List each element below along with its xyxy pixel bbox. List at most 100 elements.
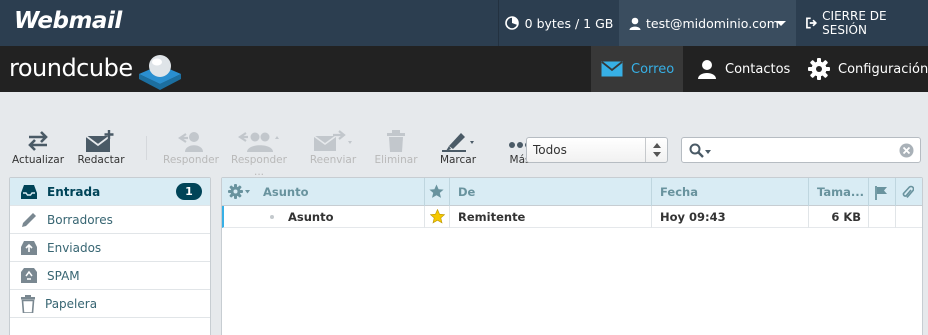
top-bar: Webmail 0 bytes / 1 GB test@midominio.co… (0, 0, 928, 46)
message-from: Remitente (458, 210, 526, 224)
trash-icon (387, 130, 405, 152)
roundcube-logo-icon (139, 55, 181, 90)
logout-icon (806, 17, 818, 29)
reset-search-icon[interactable] (899, 143, 914, 158)
row-divider (895, 206, 896, 228)
inbox-icon (21, 184, 37, 199)
reply-all-button[interactable]: Responder ... (226, 130, 292, 178)
unread-count-badge: 1 (176, 183, 202, 200)
column-flag-star[interactable] (429, 184, 444, 203)
unread-dot-icon (270, 215, 274, 219)
row-divider (651, 206, 652, 228)
column-divider (895, 178, 896, 206)
search-options-icon[interactable] (689, 143, 713, 159)
column-flag[interactable] (875, 185, 888, 204)
tab-settings-label: Configuración (838, 61, 928, 77)
column-size[interactable]: Tama... (809, 178, 864, 206)
folder-label: Enviados (47, 240, 102, 255)
marker-pen-icon (442, 133, 474, 152)
row-divider (449, 206, 450, 228)
column-from[interactable]: De (450, 178, 475, 206)
logout-button[interactable]: CIERRE DE SESIÓN (796, 0, 928, 46)
select-arrows-icon (645, 138, 667, 162)
list-options-menu[interactable] (228, 184, 252, 204)
mail-toolbar: Actualizar Redactar Responder Responder … (0, 92, 928, 178)
quota-text: 0 bytes / 1 GB (524, 15, 614, 31)
tab-contacts[interactable]: Contactos (694, 46, 790, 92)
person-icon (698, 60, 716, 79)
forward-button[interactable]: Reenviar (300, 130, 366, 166)
compose-label: Redactar (77, 154, 125, 166)
flag-icon (875, 186, 887, 200)
trash-icon (21, 294, 35, 313)
forward-icon (313, 130, 352, 151)
tab-settings[interactable]: Configuración (808, 46, 928, 92)
folder-drafts[interactable]: Borradores (10, 206, 210, 234)
column-date[interactable]: Fecha (652, 178, 698, 206)
column-subject[interactable]: Asunto (255, 178, 309, 206)
reply-all-label: Responder ... (231, 154, 287, 178)
forward-label: Reenviar (309, 154, 357, 166)
filter-selected-value: Todos (533, 143, 567, 157)
message-date: Hoy 09:43 (660, 210, 726, 224)
folder-label: Papelera (45, 296, 98, 311)
tab-contacts-label: Contactos (725, 61, 791, 77)
roundcube-logo-text: roundcube (9, 54, 133, 82)
chevron-down-icon (776, 21, 786, 26)
reply-icon (178, 132, 203, 152)
mark-button[interactable]: Marcar (425, 130, 491, 166)
reply-label: Responder (163, 154, 219, 166)
row-divider (868, 206, 869, 228)
gear-icon (228, 184, 250, 199)
folder-label: SPAM (47, 268, 80, 283)
app-nav-bar: roundcube Correo Contactos Configuración (0, 46, 928, 92)
filter-select[interactable]: Todos (526, 137, 668, 163)
row-divider (424, 206, 425, 228)
refresh-label: Actualizar (11, 154, 65, 166)
folder-spam[interactable]: SPAM (10, 262, 210, 290)
paperclip-icon (902, 185, 915, 199)
webmail-brand: Webmail (14, 8, 122, 34)
table-row[interactable]: Asunto Remitente Hoy 09:43 6 KB (222, 206, 922, 228)
user-icon (629, 17, 641, 30)
folder-inbox[interactable]: Entrada 1 (10, 178, 210, 206)
message-subject: Asunto (288, 210, 334, 224)
column-divider (868, 178, 869, 206)
search-input[interactable] (681, 137, 921, 163)
message-list: Asunto De Fecha Tama... Asunto Remitente… (221, 177, 923, 335)
reply-button[interactable]: Responder (158, 130, 224, 166)
delete-label: Eliminar (374, 154, 418, 166)
folder-sent[interactable]: Enviados (10, 234, 210, 262)
column-divider (424, 178, 425, 206)
logout-label: CIERRE DE SESIÓN (822, 9, 887, 37)
sent-icon (21, 240, 37, 255)
compose-button[interactable]: Redactar (68, 130, 134, 166)
compose-icon (85, 130, 114, 152)
message-list-header: Asunto De Fecha Tama... (222, 178, 922, 206)
envelope-icon (601, 61, 623, 77)
folder-list: Entrada 1 Borradores Enviados SPAM Papel… (9, 177, 211, 335)
gear-icon (808, 58, 830, 80)
user-email: test@midominio.com (646, 15, 779, 31)
quota-indicator[interactable]: 0 bytes / 1 GB (498, 0, 619, 46)
tab-mail-label: Correo (631, 61, 675, 77)
reply-all-icon (238, 132, 279, 152)
recycle-icon (21, 268, 37, 283)
folder-label: Entrada (47, 184, 101, 199)
folder-trash[interactable]: Papelera (10, 290, 210, 318)
message-size: 6 KB (831, 210, 861, 224)
pie-chart-icon (504, 16, 519, 30)
star-icon (429, 184, 444, 198)
delete-button[interactable]: Eliminar (363, 130, 429, 166)
folder-label: Borradores (47, 212, 113, 227)
star-icon (429, 208, 446, 224)
refresh-arrows-icon (28, 131, 48, 151)
refresh-button[interactable]: Actualizar (5, 130, 71, 166)
pencil-icon (22, 212, 36, 227)
flag-star-toggle[interactable] (429, 208, 446, 228)
tab-mail[interactable]: Correo (591, 46, 683, 92)
mark-label: Marcar (439, 154, 477, 166)
user-menu[interactable]: test@midominio.com (619, 0, 796, 46)
column-attachment[interactable] (902, 185, 915, 204)
toolbar-separator (146, 136, 147, 160)
